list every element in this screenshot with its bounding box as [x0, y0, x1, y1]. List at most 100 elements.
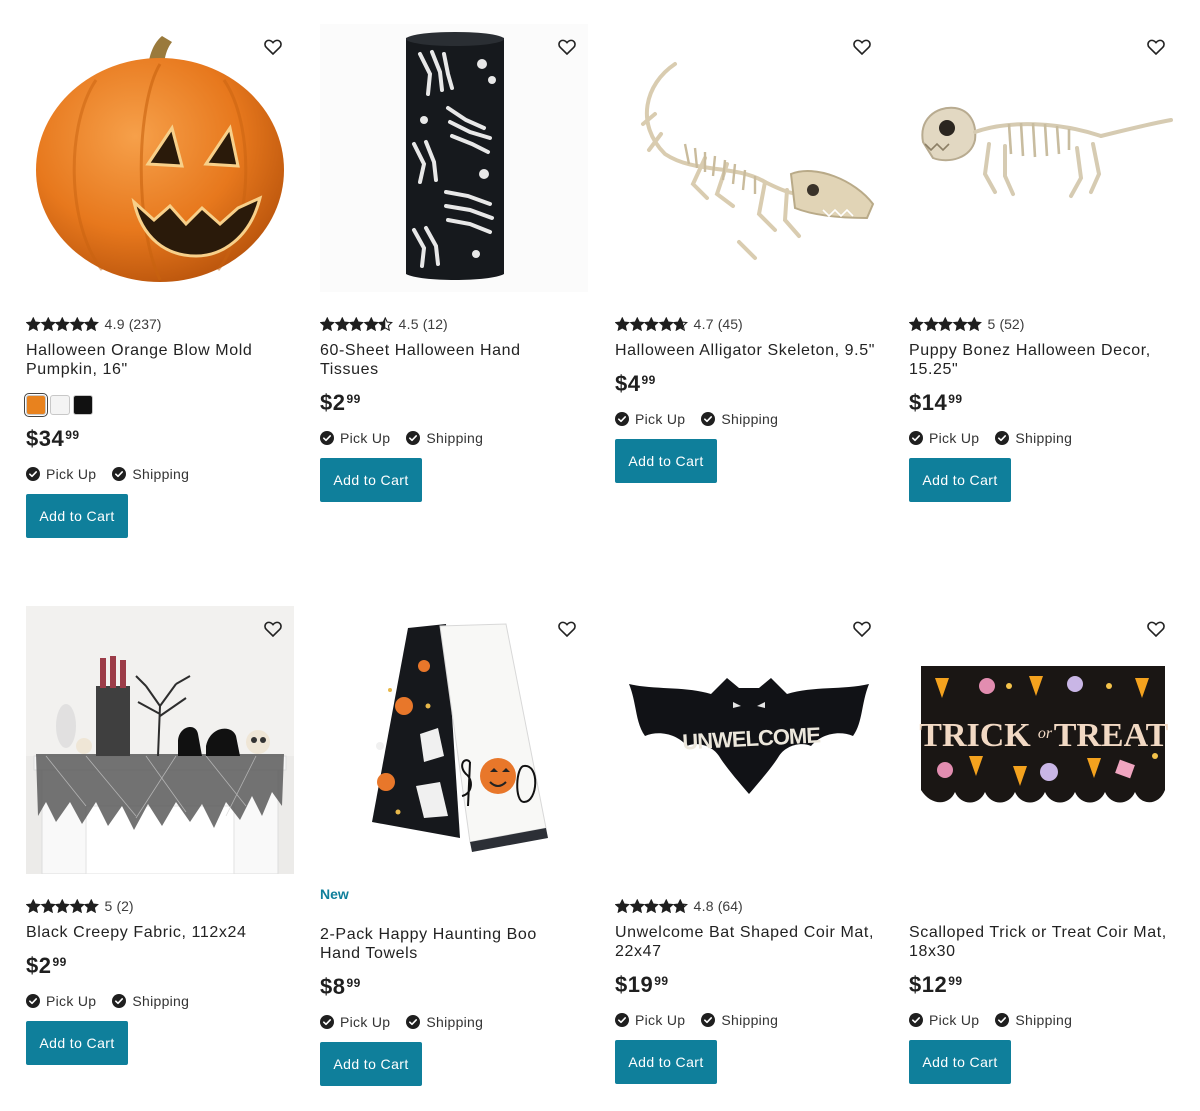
heart-icon[interactable] [556, 36, 578, 58]
product-card[interactable]: 4.9 (237) Halloween Orange Blow Mold Pum… [24, 24, 296, 538]
rating-placeholder [909, 896, 1179, 916]
swatch-black[interactable] [73, 395, 93, 415]
product-image[interactable]: UNWELCOME [615, 606, 883, 874]
price-cents: 99 [654, 974, 669, 988]
price-cents: 99 [948, 392, 963, 406]
price-cents: 99 [52, 955, 67, 969]
heart-icon[interactable] [556, 618, 578, 640]
mat-text-or: or [1038, 725, 1053, 742]
price-cents: 99 [948, 974, 963, 988]
price-cents: 99 [346, 392, 361, 406]
pickup-option: Pick Up [615, 1012, 685, 1028]
rating[interactable]: 4.7 (45) [615, 314, 885, 334]
price: $8 99 [320, 974, 590, 1000]
star-icon [629, 899, 644, 913]
rating-value: 5 [987, 316, 996, 332]
add-to-cart-button[interactable]: Add to Cart [26, 1021, 128, 1065]
price-cents: 99 [346, 976, 361, 990]
check-circle-icon [909, 1013, 923, 1027]
product-card[interactable]: New 2-Pack Happy Haunting Boo Hand Towel… [320, 606, 590, 1086]
product-image[interactable] [909, 24, 1177, 292]
product-name[interactable]: Puppy Bonez Halloween Decor, 15.25" [909, 341, 1169, 379]
add-to-cart-button[interactable]: Add to Cart [26, 494, 128, 538]
product-name[interactable]: Halloween Orange Blow Mold Pumpkin, 16" [26, 341, 286, 379]
product-card[interactable]: TRICK or TREAT Scalloped Trick or Treat … [909, 606, 1179, 1084]
shipping-label: Shipping [1015, 1012, 1073, 1028]
product-card[interactable]: 5 (52) Puppy Bonez Halloween Decor, 15.2… [909, 24, 1179, 502]
pickup-option: Pick Up [909, 430, 979, 446]
rating[interactable]: 5 (2) [26, 896, 296, 916]
price-cents: 99 [641, 373, 656, 387]
rating[interactable]: 5 (52) [909, 314, 1179, 334]
pickup-label: Pick Up [46, 993, 97, 1009]
rating-value: 4.8 [693, 898, 714, 914]
price-dollars: $8 [320, 974, 346, 999]
rating[interactable]: 4.8 (64) [615, 896, 885, 916]
add-to-cart-button[interactable]: Add to Cart [909, 1040, 1011, 1084]
price: $34 99 [26, 426, 296, 452]
pickup-label: Pick Up [46, 466, 97, 482]
product-card[interactable]: 4.5 (12) 60-Sheet Halloween Hand Tissues… [320, 24, 590, 502]
rating[interactable]: 4.5 (12) [320, 314, 590, 334]
swatch-orange[interactable] [24, 393, 48, 417]
star-icon [615, 317, 630, 331]
shipping-label: Shipping [426, 430, 484, 446]
price: $14 99 [909, 390, 1179, 416]
new-badge: New [320, 886, 349, 902]
check-circle-icon [995, 1013, 1010, 1027]
product-image[interactable]: TRICK or TREAT [909, 606, 1177, 874]
add-to-cart-button[interactable]: Add to Cart [615, 1040, 717, 1084]
add-to-cart-button[interactable]: Add to Cart [909, 458, 1011, 502]
product-name[interactable]: 60-Sheet Halloween Hand Tissues [320, 341, 580, 379]
product-image[interactable] [26, 606, 294, 874]
heart-icon[interactable] [262, 618, 284, 640]
add-to-cart-button[interactable]: Add to Cart [320, 1042, 422, 1086]
add-to-cart-button[interactable]: Add to Cart [615, 439, 717, 483]
product-card[interactable]: 4.7 (45) Halloween Alligator Skeleton, 9… [615, 24, 885, 483]
pickup-option: Pick Up [26, 466, 96, 482]
product-image[interactable] [615, 24, 883, 292]
product-name[interactable]: Halloween Alligator Skeleton, 9.5" [615, 341, 875, 360]
dog-skeleton-image [921, 106, 1173, 198]
fulfillment-options: Pick Up Shipping [26, 993, 296, 1009]
shipping-label: Shipping [721, 1012, 779, 1028]
product-name[interactable]: Scalloped Trick or Treat Coir Mat, 18x30 [909, 923, 1169, 961]
check-circle-icon [406, 1015, 421, 1029]
price-dollars: $34 [26, 426, 65, 451]
product-name[interactable]: Black Creepy Fabric, 112x24 [26, 923, 286, 942]
pickup-option: Pick Up [909, 1012, 979, 1028]
product-image[interactable] [26, 24, 294, 292]
heart-icon[interactable] [851, 36, 873, 58]
pickup-label: Pick Up [929, 1012, 980, 1028]
product-name[interactable]: 2-Pack Happy Haunting Boo Hand Towels [320, 925, 580, 963]
fulfillment-options: Pick Up Shipping [615, 411, 885, 427]
product-card[interactable]: UNWELCOME 4.8 (64) Unwelcome Bat Shaped … [615, 606, 885, 1084]
star-icon [26, 899, 41, 913]
rating-stars [615, 899, 688, 913]
heart-icon[interactable] [851, 618, 873, 640]
heart-icon[interactable] [1145, 36, 1167, 58]
star-icon [349, 317, 364, 331]
product-image[interactable] [320, 606, 588, 874]
heart-icon[interactable] [262, 36, 284, 58]
pickup-option: Pick Up [615, 411, 685, 427]
check-circle-icon [320, 431, 334, 445]
price: $12 99 [909, 972, 1179, 998]
swatch-white[interactable] [49, 395, 70, 415]
shipping-label: Shipping [132, 993, 190, 1009]
heart-icon[interactable] [1145, 618, 1167, 640]
check-circle-icon [26, 467, 40, 481]
price: $2 99 [26, 953, 296, 979]
product-name[interactable]: Unwelcome Bat Shaped Coir Mat, 22x47 [615, 923, 875, 961]
star-icon [658, 899, 673, 913]
add-to-cart-button[interactable]: Add to Cart [320, 458, 422, 502]
product-image[interactable] [320, 24, 588, 292]
rating[interactable]: 4.9 (237) [26, 314, 296, 334]
rating-stars [26, 317, 99, 331]
product-card[interactable]: 5 (2) Black Creepy Fabric, 112x24 $2 99 P… [26, 606, 296, 1065]
pickup-label: Pick Up [635, 411, 686, 427]
rating-stars [320, 317, 393, 331]
star-icon [69, 899, 84, 913]
check-circle-icon [615, 1013, 629, 1027]
star-icon [952, 317, 967, 331]
